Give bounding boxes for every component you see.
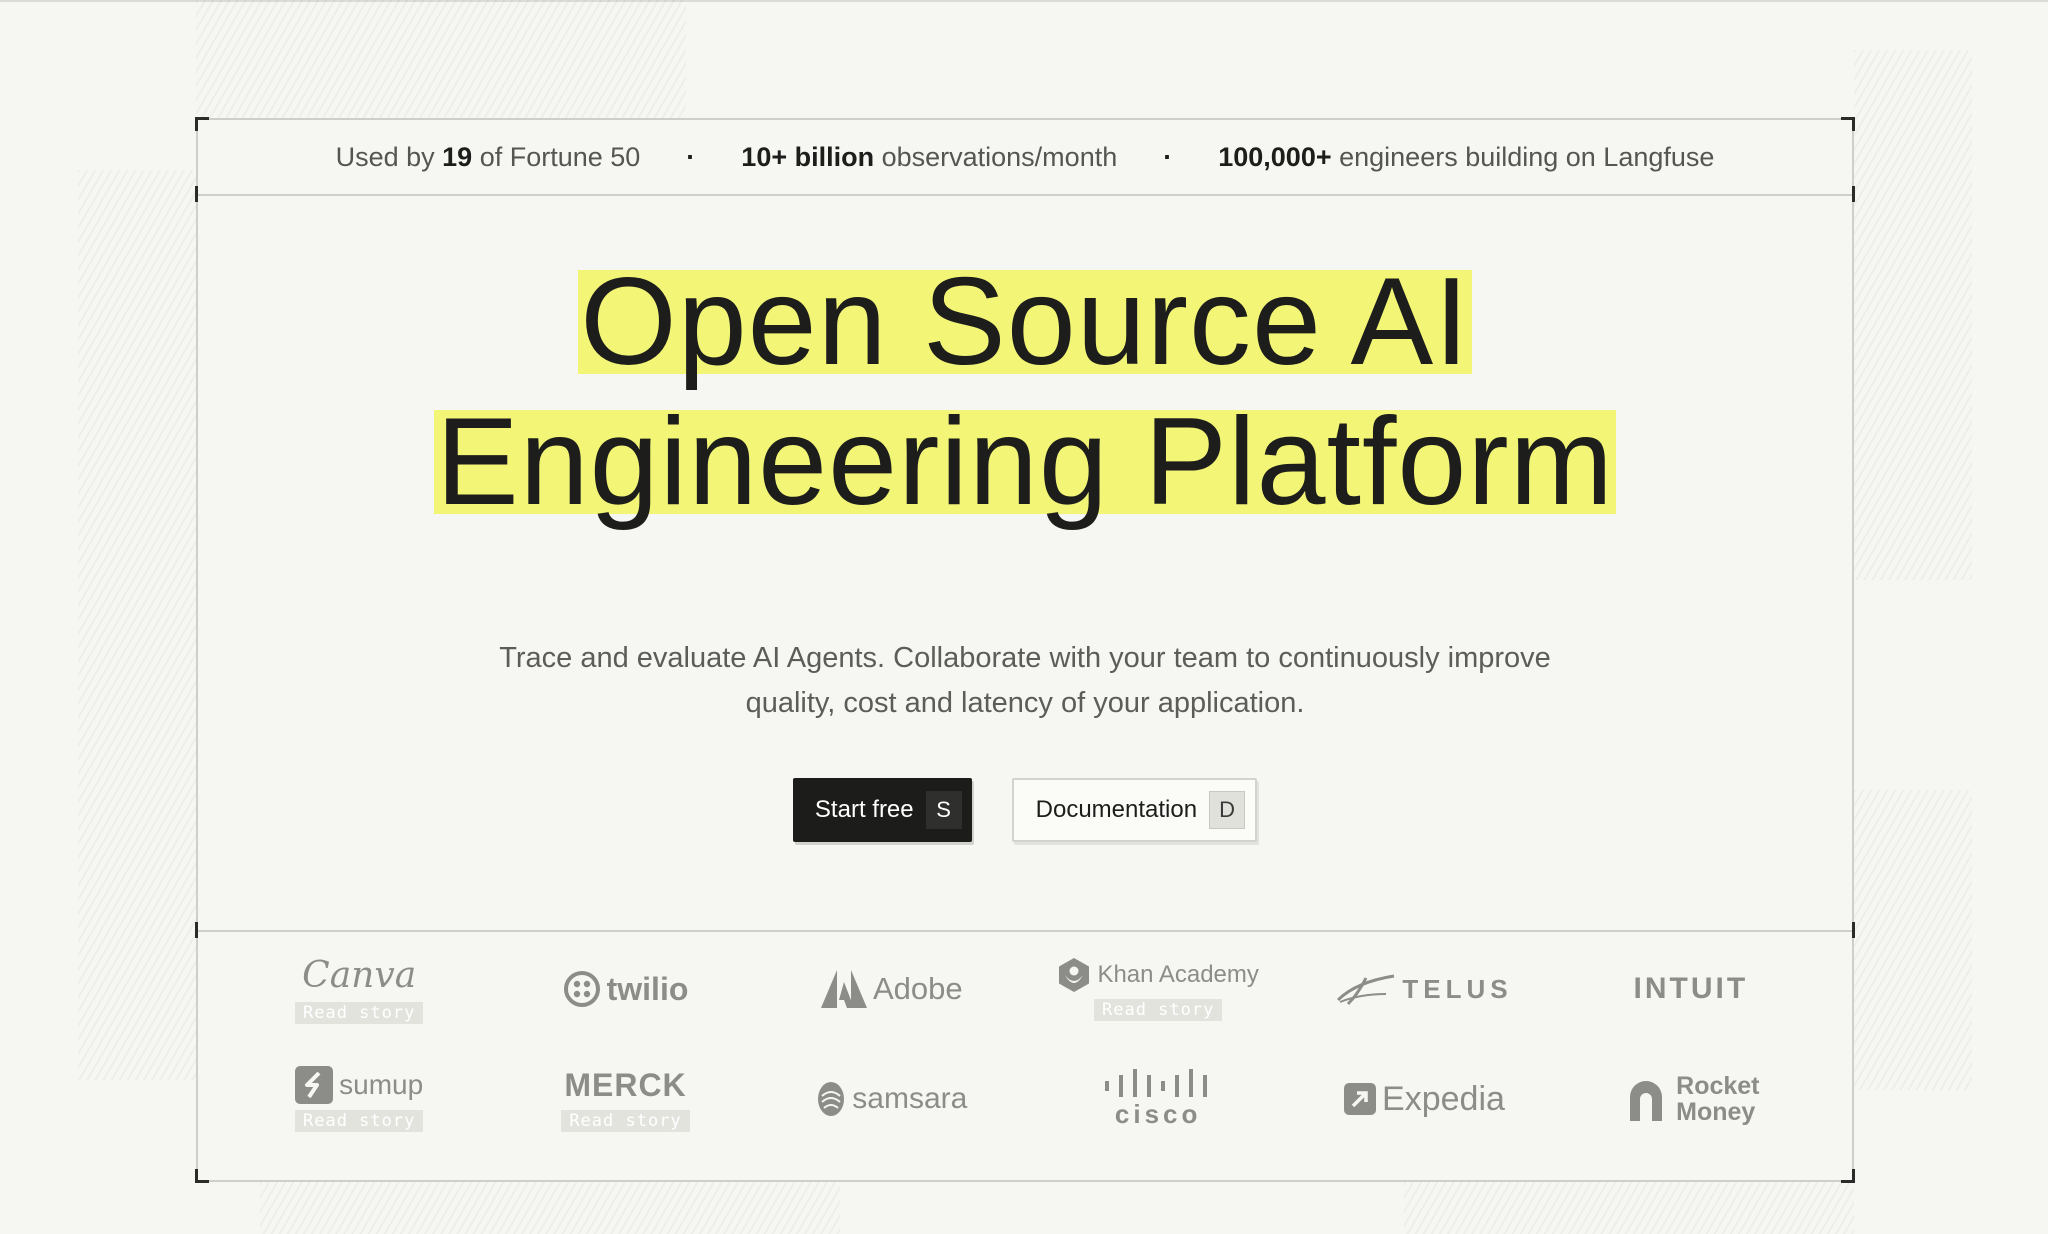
logo-expedia: Expedia	[1291, 1044, 1557, 1154]
stat-engineers: 100,000+ engineers building on Langfuse	[1218, 141, 1715, 172]
canva-wordmark: Canva	[302, 954, 417, 996]
rocket-money-wordmark: Rocket Money	[1676, 1073, 1759, 1125]
telus-wordmark: TELUS	[1402, 973, 1513, 1004]
stat-separator: ·	[1163, 141, 1173, 172]
read-story-link[interactable]: Read story	[294, 1001, 424, 1024]
stats-bar: Used by 19 of Fortune 50 · 10+ billion o…	[198, 120, 1852, 194]
samsara-wordmark: samsara	[852, 1082, 968, 1115]
cisco-wordmark: cisco	[1114, 1098, 1202, 1129]
documentation-label: Documentation	[1035, 796, 1198, 823]
khan-academy-wordmark: Khan Academy	[1097, 961, 1259, 988]
bg-hatch-right-bottom	[1854, 790, 1972, 1090]
subtitle-line2: quality, cost and latency of your applic…	[745, 687, 1305, 719]
cta-group: Start free S Documentation D	[198, 778, 1852, 842]
cisco-bars-icon	[1105, 1068, 1208, 1097]
adobe-icon	[821, 970, 867, 1008]
logo-adobe: Adobe	[759, 934, 1025, 1044]
divider-logos	[198, 930, 1852, 932]
logo-telus: TELUS	[1291, 934, 1557, 1044]
customer-logos: Canva Read story twilio Adobe Khan Acade…	[198, 934, 1852, 1184]
read-story-link[interactable]: Read story	[1093, 999, 1223, 1021]
sumup-icon	[295, 1066, 334, 1104]
subtitle-line1: Trace and evaluate AI Agents. Collaborat…	[499, 642, 1551, 674]
adobe-wordmark: Adobe	[873, 971, 963, 1006]
hero-title-line2: Engineering Platform	[434, 393, 1616, 531]
money-text: Money	[1676, 1098, 1756, 1126]
rocket-text: Rocket	[1676, 1072, 1760, 1100]
stat-observations: 10+ billion observations/month	[741, 141, 1118, 172]
shortcut-key: D	[1209, 791, 1246, 829]
hero-subtitle: Trace and evaluate AI Agents. Collaborat…	[198, 636, 1852, 726]
logo-samsara: samsara	[759, 1044, 1025, 1154]
merck-wordmark: MERCK	[564, 1066, 687, 1103]
logo-khan-academy[interactable]: Khan Academy Read story	[1025, 934, 1291, 1044]
bg-hatch-top-left	[196, 0, 686, 118]
khan-academy-icon	[1059, 958, 1090, 992]
logo-intuit: INTUIT	[1558, 934, 1824, 1044]
read-story-link[interactable]: Read story	[294, 1110, 424, 1132]
logo-merck[interactable]: MERCK Read story	[492, 1044, 758, 1154]
twilio-wordmark: twilio	[606, 970, 689, 1007]
logo-cisco: cisco	[1025, 1044, 1291, 1154]
samsara-icon	[818, 1082, 845, 1116]
shortcut-key: S	[925, 791, 962, 829]
hero-title-line1: Open Source AI	[578, 253, 1472, 391]
rocket-money-icon	[1630, 1081, 1663, 1121]
logo-twilio: twilio	[492, 934, 758, 1044]
logo-sumup[interactable]: sumup Read story	[226, 1044, 492, 1154]
start-free-label: Start free	[814, 796, 914, 823]
logo-canva[interactable]: Canva Read story	[226, 934, 492, 1044]
intuit-wordmark: INTUIT	[1633, 972, 1749, 1005]
telus-icon	[1337, 974, 1395, 1006]
stat-fortune: Used by 19 of Fortune 50	[335, 141, 641, 172]
stat-separator: ·	[686, 141, 696, 172]
bg-hatch-bottom-left	[260, 1182, 840, 1234]
documentation-button[interactable]: Documentation D	[1011, 778, 1258, 842]
read-story-link[interactable]: Read story	[561, 1109, 690, 1132]
start-free-button[interactable]: Start free S	[792, 778, 972, 842]
hero-frame: Used by 19 of Fortune 50 · 10+ billion o…	[195, 117, 1855, 1184]
divider-stats	[198, 194, 1852, 196]
expedia-wordmark: Expedia	[1382, 1079, 1505, 1118]
logo-rocket-money: Rocket Money	[1558, 1044, 1824, 1154]
bg-hatch-bottom-right	[1404, 1182, 1854, 1234]
sumup-wordmark: sumup	[339, 1069, 424, 1100]
bg-hatch-right-top	[1854, 50, 1972, 580]
twilio-icon	[563, 971, 600, 1007]
hero-title: Open Source AI Engineering Platform	[198, 253, 1852, 531]
bg-hatch-left	[78, 170, 196, 1080]
expedia-icon	[1344, 1083, 1377, 1115]
